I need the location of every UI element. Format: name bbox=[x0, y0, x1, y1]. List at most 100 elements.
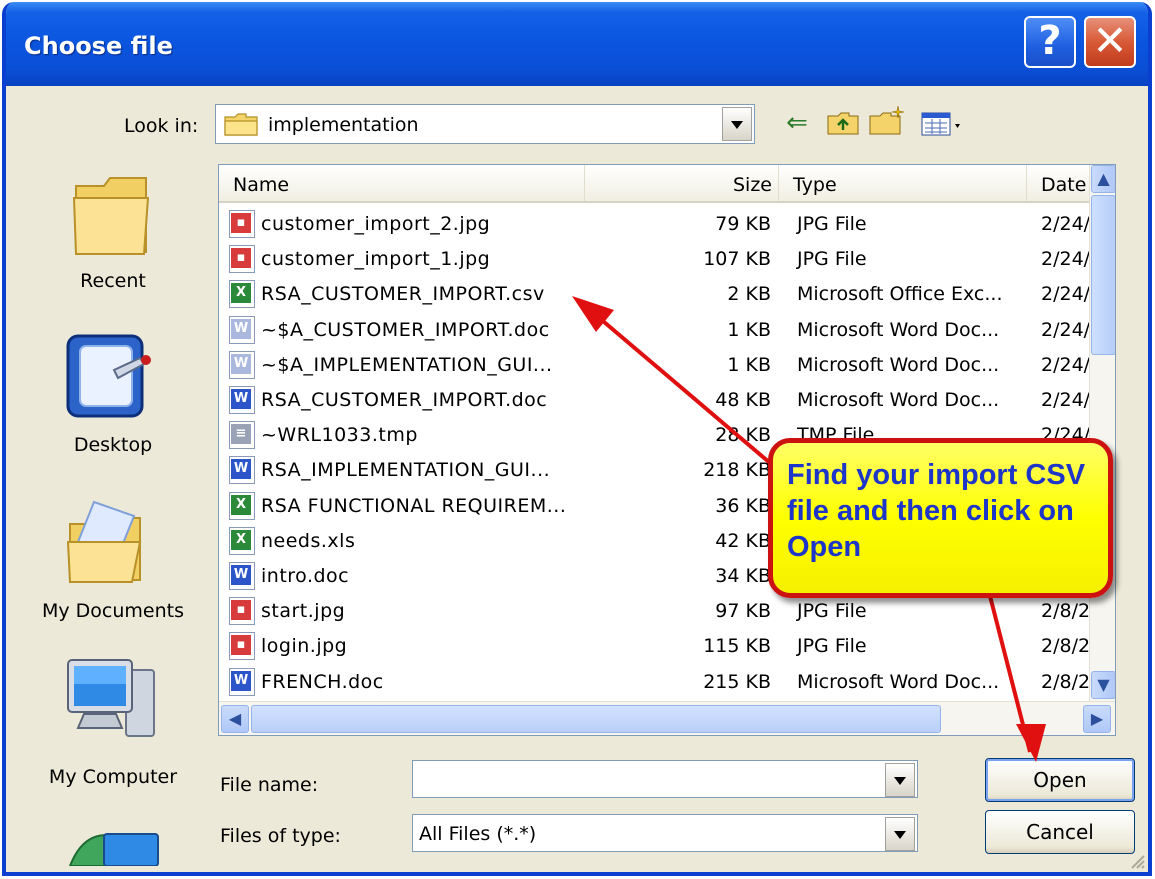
column-header-date[interactable]: Date bbox=[1027, 165, 1097, 201]
file-type: JPG File bbox=[797, 600, 867, 623]
filename-dropdown-button[interactable] bbox=[885, 763, 915, 797]
file-size: 97 KB bbox=[715, 600, 771, 623]
file-name: RSA FUNCTIONAL REQUIREM... bbox=[261, 494, 567, 517]
doc-file-icon: W bbox=[229, 667, 255, 696]
file-name: RSA_CUSTOMER_IMPORT.doc bbox=[261, 389, 548, 411]
file-name: FRENCH.doc bbox=[261, 670, 384, 693]
file-size: 28 KB bbox=[715, 424, 771, 447]
title-bar[interactable]: Choose file ? ✕ bbox=[6, 2, 1148, 86]
my-computer-icon bbox=[67, 659, 155, 737]
file-size: 218 KB bbox=[703, 459, 771, 482]
dialog-title: Choose file bbox=[24, 32, 173, 60]
new-folder-icon[interactable] bbox=[868, 104, 906, 138]
close-button[interactable]: ✕ bbox=[1084, 16, 1136, 68]
vertical-scroll-thumb[interactable] bbox=[1091, 195, 1115, 355]
folder-icon bbox=[224, 113, 258, 136]
my-documents-folder-icon bbox=[66, 500, 142, 583]
open-button[interactable]: Open bbox=[985, 758, 1135, 802]
file-name: RSA_IMPLEMENTATION_GUI... bbox=[261, 459, 551, 482]
filetype-label: Files of type: bbox=[220, 825, 341, 847]
scroll-right-button[interactable]: ▶ bbox=[1083, 705, 1111, 733]
column-header-type[interactable]: Type bbox=[779, 165, 1027, 201]
lookin-label: Look in: bbox=[124, 115, 199, 137]
doc-light-file-icon: W bbox=[229, 315, 255, 344]
column-header-size[interactable]: Size bbox=[585, 165, 779, 201]
recent-folder-icon bbox=[72, 177, 150, 255]
file-size: 34 KB bbox=[715, 565, 771, 587]
help-button[interactable]: ? bbox=[1024, 16, 1076, 68]
file-size: 215 KB bbox=[703, 670, 771, 693]
file-size: 107 KB bbox=[703, 248, 771, 271]
file-row[interactable]: ▪ start.jpg 97 KB JPG File 2/8/2( bbox=[219, 594, 1097, 629]
filetype-value: All Files (*.*) bbox=[419, 823, 537, 845]
file-row[interactable]: W RSA_CUSTOMER_IMPORT.doc 48 KB Microsoft W… bbox=[219, 383, 1096, 418]
file-name: intro.doc bbox=[261, 565, 350, 587]
file-size: 42 KB bbox=[715, 529, 771, 552]
file-row[interactable]: W ~$A_CUSTOMER_IMPORT.doc 1 KB Microsoft Wo… bbox=[219, 313, 1096, 348]
file-row[interactable]: ▪ login.jpg 115 KB JPG File 2/8/2( bbox=[219, 629, 1097, 664]
filename-combobox[interactable] bbox=[412, 760, 918, 798]
file-size: 1 KB bbox=[727, 318, 771, 341]
back-arrow-icon[interactable]: ⇐ bbox=[780, 108, 814, 138]
up-folder-icon[interactable] bbox=[826, 108, 860, 138]
file-type: JPG File bbox=[797, 213, 867, 235]
jpg-file-icon: ▪ bbox=[229, 632, 255, 661]
file-name: start.jpg bbox=[261, 600, 346, 623]
file-row[interactable]: W ~$A_IMPLEMENTATION_GUI... 1 KB Microsoft … bbox=[219, 348, 1096, 383]
file-row[interactable]: X RSA_CUSTOMER_IMPORT.csv 2 KB Microsoft Of… bbox=[219, 277, 1096, 312]
file-name: needs.xls bbox=[261, 529, 356, 552]
scroll-up-button[interactable]: ▲ bbox=[1091, 165, 1115, 193]
jpg-file-icon: ▪ bbox=[229, 245, 255, 274]
xls-file-icon: X bbox=[229, 491, 255, 520]
scroll-down-button[interactable]: ▼ bbox=[1091, 671, 1115, 699]
file-type: Microsoft Word Doc... bbox=[797, 670, 1000, 693]
file-name: ~WRL1033.tmp bbox=[261, 424, 418, 447]
callout-text: Find your import CSV file and then click… bbox=[787, 459, 1086, 563]
view-menu-icon[interactable] bbox=[920, 110, 966, 138]
place-label: My Computer bbox=[48, 766, 178, 788]
file-size: 2 KB bbox=[727, 283, 771, 306]
file-row[interactable]: ▪ customer_import_1.jpg 107 KB JPG File 2/24… bbox=[219, 242, 1096, 277]
xls-file-icon: X bbox=[229, 280, 255, 309]
horizontal-scrollbar[interactable]: ◀ ▶ bbox=[219, 701, 1115, 735]
lookin-dropdown-button[interactable] bbox=[722, 107, 752, 141]
file-type: Microsoft Word Doc... bbox=[797, 318, 1000, 341]
place-label: Recent bbox=[80, 270, 146, 292]
file-size: 36 KB bbox=[715, 494, 771, 517]
horizontal-scroll-thumb[interactable] bbox=[251, 705, 941, 733]
file-type: JPG File bbox=[797, 635, 867, 658]
file-name: RSA_CUSTOMER_IMPORT.csv bbox=[261, 283, 545, 306]
file-type: Microsoft Office Exc... bbox=[797, 283, 1003, 306]
filetype-select[interactable]: All Files (*.*) bbox=[412, 814, 918, 852]
filename-label: File name: bbox=[220, 774, 319, 796]
file-type: Microsoft Word Doc... bbox=[797, 389, 1000, 411]
file-name: customer_import_1.jpg bbox=[261, 248, 491, 271]
vertical-scrollbar[interactable]: ▲ ▼ bbox=[1089, 165, 1115, 701]
place-label: Desktop bbox=[73, 434, 153, 456]
doc-file-icon: W bbox=[229, 456, 255, 485]
places-bar: Recent Desktop My Documents My Computer bbox=[18, 150, 208, 872]
file-row[interactable]: ▪ customer_import_2.jpg 79 KB JPG File 2/24/… bbox=[219, 207, 1096, 242]
file-size: 79 KB bbox=[715, 213, 771, 235]
file-type: JPG File bbox=[797, 248, 867, 271]
column-header-name[interactable]: Name bbox=[219, 165, 585, 201]
network-places-icon bbox=[68, 833, 159, 866]
filetype-dropdown-button[interactable] bbox=[885, 817, 915, 851]
file-name: ~$A_CUSTOMER_IMPORT.doc bbox=[261, 318, 550, 341]
resize-grip-icon[interactable] bbox=[1128, 852, 1146, 870]
lookin-combobox[interactable]: implementation bbox=[215, 104, 755, 144]
jpg-file-icon: ▪ bbox=[229, 210, 255, 238]
place-network[interactable] bbox=[18, 826, 208, 866]
file-row[interactable]: W FRENCH.doc 215 KB Microsoft Word Doc... 2/… bbox=[219, 665, 1097, 700]
lookin-value: implementation bbox=[268, 114, 419, 136]
file-size: 48 KB bbox=[715, 389, 771, 411]
jpg-file-icon: ▪ bbox=[229, 597, 255, 626]
file-size: 115 KB bbox=[703, 635, 771, 658]
scroll-left-button[interactable]: ◀ bbox=[221, 705, 249, 733]
doc-file-icon: W bbox=[229, 386, 255, 414]
xls-file-icon: X bbox=[229, 526, 255, 555]
file-type: Microsoft Word Doc... bbox=[797, 353, 1000, 376]
cancel-button[interactable]: Cancel bbox=[985, 810, 1135, 854]
callout-box: Find your import CSV file and then click… bbox=[768, 438, 1113, 598]
file-name: ~$A_IMPLEMENTATION_GUI... bbox=[261, 353, 553, 376]
